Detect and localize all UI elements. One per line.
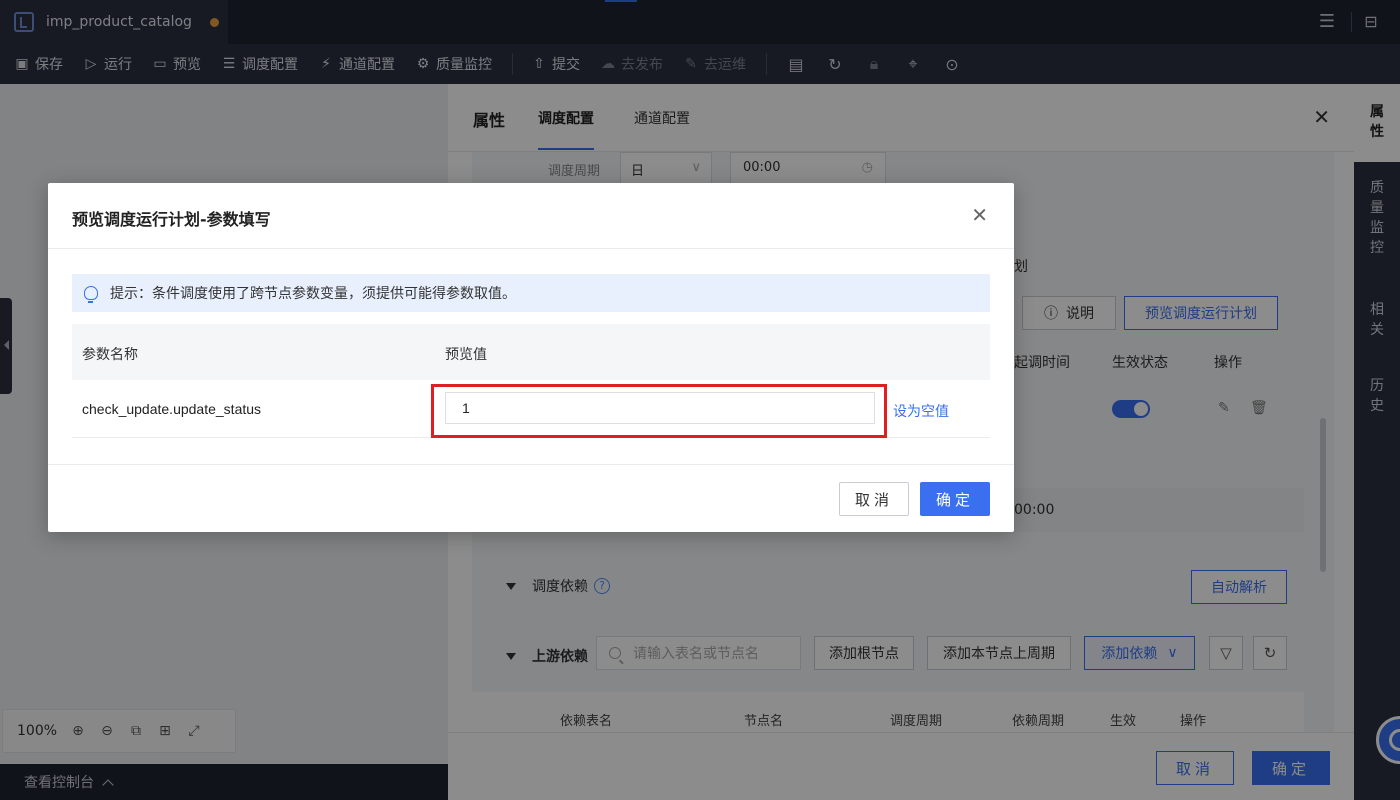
tip-text: 提示：条件调度使用了跨节点参数变量，须提供可能得参数取值。: [110, 286, 516, 302]
cancel-button[interactable]: 取消: [839, 482, 909, 516]
tip-banner: 提示：条件调度使用了跨节点参数变量，须提供可能得参数取值。: [72, 274, 990, 312]
close-icon[interactable]: ✕: [971, 205, 988, 225]
dialog-title: 预览调度运行计划-参数填写: [72, 210, 271, 229]
param-name: check_update.update_status: [82, 401, 262, 417]
dialog-footer: 取消 确定: [48, 464, 1014, 532]
preview-value-input[interactable]: [445, 392, 875, 424]
confirm-button[interactable]: 确定: [920, 482, 990, 516]
param-table-header: 参数名称 预览值: [72, 324, 990, 380]
header-param-name: 参数名称: [82, 347, 138, 363]
dialog-header: 预览调度运行计划-参数填写 ✕: [48, 183, 1014, 249]
param-fill-dialog: 预览调度运行计划-参数填写 ✕ 提示：条件调度使用了跨节点参数变量，须提供可能得…: [48, 183, 1014, 532]
param-table: 参数名称 预览值 check_update.update_status 设为空值: [72, 324, 990, 438]
header-preview-value: 预览值: [445, 347, 487, 363]
lightbulb-icon: [84, 286, 98, 303]
table-row: check_update.update_status 设为空值: [72, 380, 990, 438]
set-null-link[interactable]: 设为空值: [893, 401, 949, 421]
